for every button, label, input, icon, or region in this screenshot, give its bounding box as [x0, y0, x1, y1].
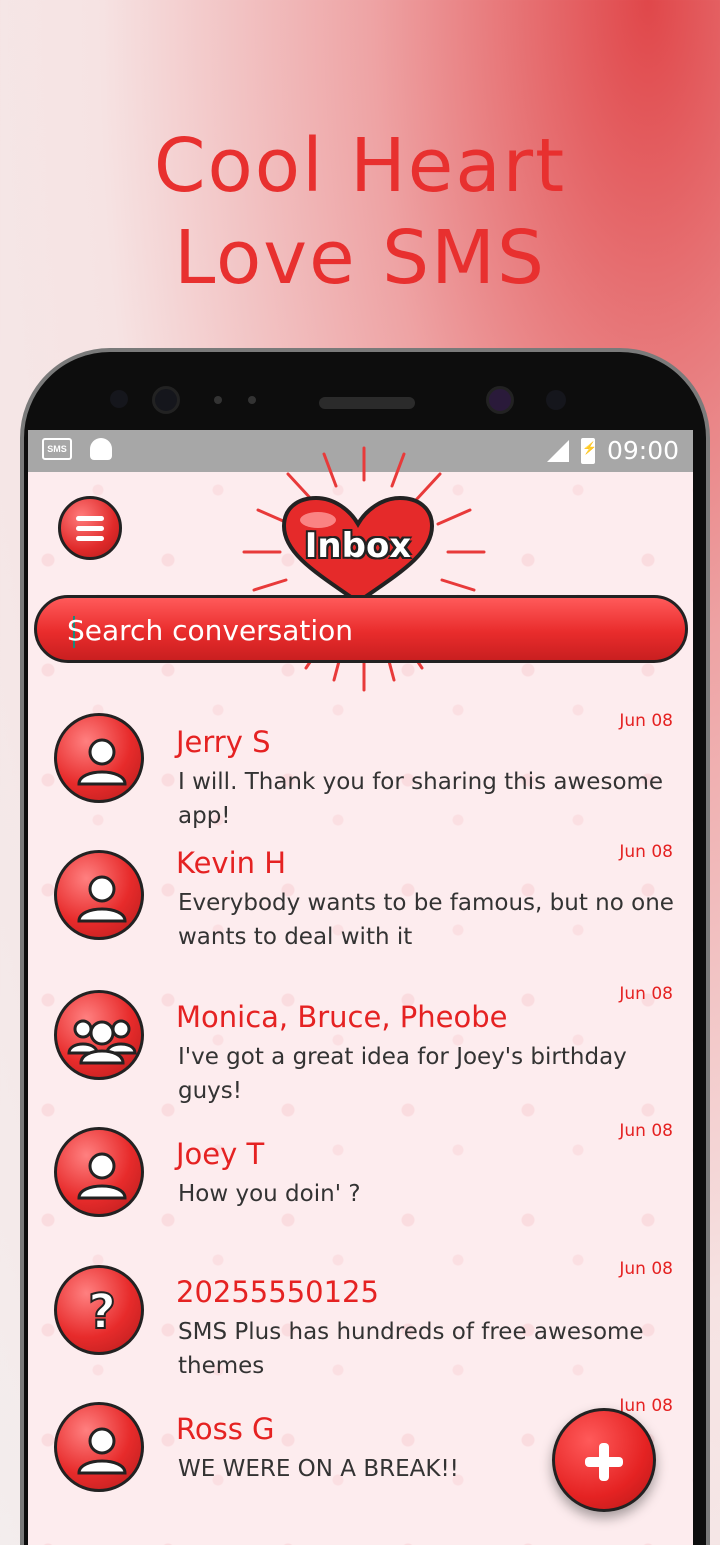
- promo-title-line2: Love SMS: [174, 215, 546, 301]
- conversation-preview: I've got a great idea for Joey's birthda…: [178, 1044, 627, 1104]
- menu-button[interactable]: [58, 496, 122, 560]
- battery-charging-icon: [580, 437, 597, 464]
- promo-title: Cool Heart Love SMS: [0, 120, 720, 304]
- search-input[interactable]: [67, 608, 657, 652]
- search-bar[interactable]: [34, 595, 688, 663]
- page-title: Inbox: [304, 526, 412, 566]
- conversation-name: 20255550125: [176, 1275, 379, 1309]
- avatar: [54, 1127, 144, 1217]
- promo-title-line1: Cool Heart: [153, 123, 567, 209]
- proximity-sensor-icon: [214, 396, 222, 404]
- conversation-date: Jun 08: [619, 1259, 673, 1279]
- earpiece-speaker: [319, 397, 415, 409]
- phone-screen: SMS 09:00: [28, 430, 693, 1545]
- status-clock: 09:00: [606, 436, 679, 465]
- conversation-preview: SMS Plus has hundreds of free awesome th…: [178, 1319, 644, 1379]
- android-notification-icon: [90, 438, 112, 460]
- person-icon: [77, 1427, 127, 1475]
- conversation-name: Ross G: [176, 1412, 275, 1446]
- front-sensor-icon: [110, 390, 128, 408]
- iris-led-icon: [546, 390, 566, 410]
- conversation-name: Kevin H: [176, 846, 287, 880]
- avatar: [54, 850, 144, 940]
- conversation-date: Jun 08: [619, 984, 673, 1004]
- menu-bar-icon: [76, 535, 104, 541]
- conversation-name: Joey T: [176, 1137, 265, 1171]
- new-message-button[interactable]: [552, 1408, 656, 1512]
- avatar: [54, 990, 144, 1080]
- conversation-date: Jun 08: [619, 842, 673, 862]
- svg-text:?: ?: [88, 1284, 116, 1340]
- ambient-sensor-icon: [248, 396, 256, 404]
- avatar: [54, 713, 144, 803]
- group-icon: [67, 1019, 137, 1065]
- conversation-preview: How you doin' ?: [178, 1181, 361, 1207]
- person-icon: [77, 1152, 127, 1200]
- person-icon: [77, 875, 127, 923]
- conversation-name: Monica, Bruce, Pheobe: [176, 1000, 508, 1034]
- menu-bar-icon: [76, 515, 104, 521]
- conversation-date: Jun 08: [619, 1121, 673, 1141]
- conversation-name: Jerry S: [176, 725, 271, 759]
- sms-notification-icon: SMS: [42, 438, 72, 460]
- person-icon: [77, 738, 127, 786]
- conversation-preview: I will. Thank you for sharing this aweso…: [178, 769, 664, 829]
- front-camera-icon: [152, 386, 180, 414]
- avatar: [54, 1402, 144, 1492]
- unknown-contact-icon: ?: [87, 1283, 117, 1341]
- avatar: ?: [54, 1265, 144, 1355]
- menu-bar-icon: [76, 525, 104, 531]
- conversation-preview: Everybody wants to be famous, but no one…: [178, 890, 674, 950]
- conversation-date: Jun 08: [619, 711, 673, 731]
- signal-icon: [546, 439, 569, 462]
- iris-scanner-icon: [486, 386, 514, 414]
